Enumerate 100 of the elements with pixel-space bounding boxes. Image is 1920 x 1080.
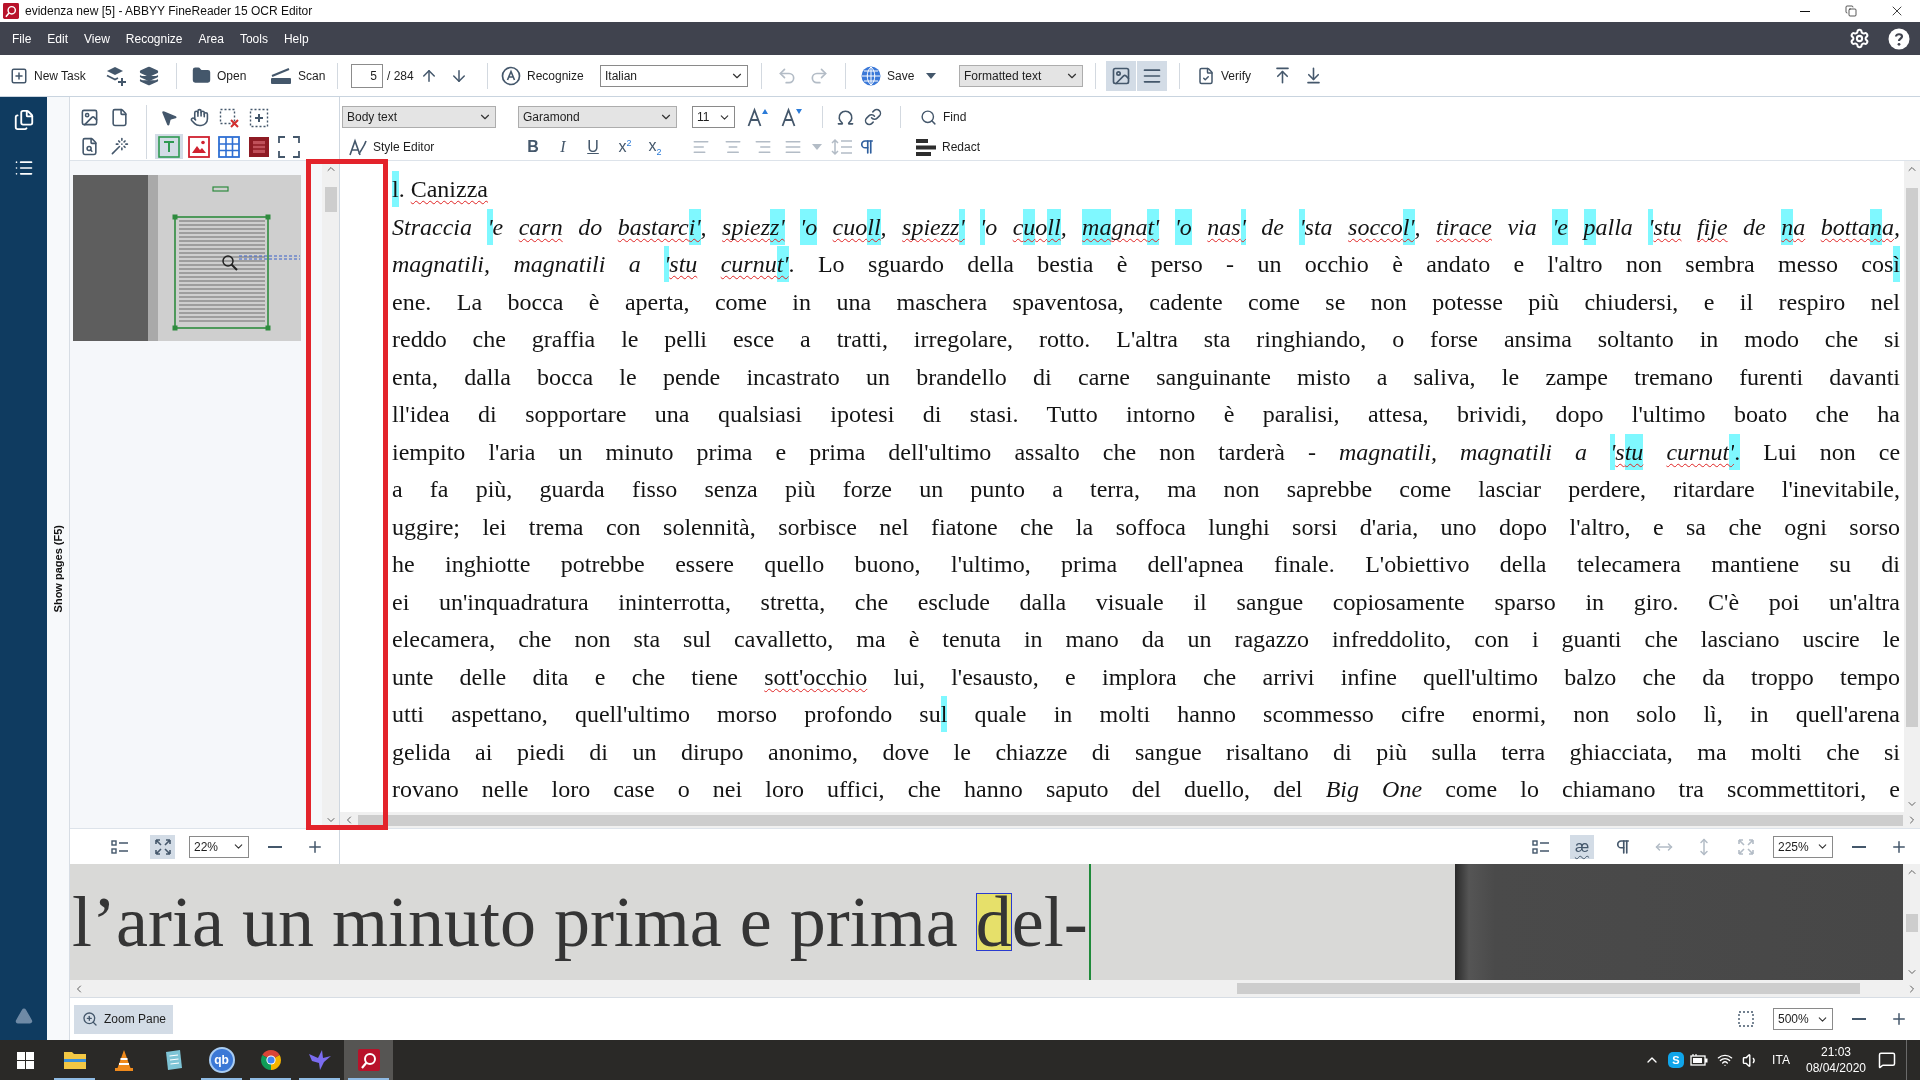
redact-button[interactable]: Redact (912, 132, 986, 162)
traffic-cone-icon (113, 1049, 134, 1071)
superscript-button[interactable]: x$^{2}$ (613, 135, 637, 159)
list-icon (13, 158, 34, 178)
zoom-dropdown[interactable]: 225% (1773, 835, 1833, 858)
pilcrow-icon (858, 138, 876, 156)
text-area-icon (158, 135, 180, 158)
menu-item[interactable]: Help (275, 22, 317, 55)
text-line: Straccia 'e carn do bastarci', spiezz' 'o cuoll, spiezz' 'o cuoll, magnat' 'o nas' de 'sta soccol', tirace via 'e palla 'stu fije de na bottana, (392, 208, 1900, 246)
menu-item[interactable]: Area (190, 22, 232, 55)
pages-icon (12, 109, 35, 131)
scrollbar-thumb[interactable] (358, 814, 1903, 826)
find-button[interactable]: Find (916, 102, 978, 132)
corner-brackets-icon (278, 135, 300, 158)
picture-area-tool-button[interactable] (185, 134, 213, 159)
clock-date: 08/04/2020 (1805, 1061, 1867, 1075)
line-spacing-icon (831, 138, 853, 156)
style-editor-button[interactable]: Style Editor (345, 132, 441, 162)
horizontal-scrollbar[interactable] (70, 980, 1920, 997)
plus-icon (1890, 1010, 1908, 1028)
verify-button[interactable]: Verify (1193, 60, 1259, 91)
heading-text: l. Canizza (392, 171, 1900, 209)
view-mode-dropdown[interactable]: Formatted text (959, 64, 1083, 87)
shrink-font-button[interactable] (779, 105, 805, 129)
table-area-icon (218, 135, 240, 158)
paragraph-style-dropdown[interactable]: Body text (342, 106, 496, 128)
a-arrow-down-icon (781, 107, 803, 127)
minimize-icon (1800, 10, 1810, 12)
table-area-tool-button[interactable] (215, 134, 243, 159)
region-area-tool-button[interactable] (275, 134, 303, 159)
minus-icon (1852, 1018, 1866, 1020)
open-button[interactable]: Open (188, 60, 250, 91)
zoom-pane-button[interactable]: Zoom Pane (74, 1004, 173, 1034)
taskbar-app-button[interactable] (344, 1040, 393, 1080)
caret-icon (812, 144, 822, 150)
dashed-guide-line (238, 255, 301, 260)
show-pages-button[interactable]: Show pages (F5) (47, 97, 70, 1040)
input-language[interactable]: ITA (1762, 1040, 1800, 1080)
vertical-scrollbar[interactable] (1904, 161, 1920, 812)
list-icon (111, 838, 129, 855)
dashed-square-icon (1738, 1011, 1754, 1027)
battery-icon (1690, 1053, 1710, 1067)
page-icon (109, 108, 129, 127)
align-right-icon (754, 138, 772, 156)
vertical-scrollbar[interactable] (1903, 864, 1920, 980)
wand-icon (109, 137, 129, 156)
undo-icon (777, 65, 797, 86)
bird-icon (307, 1049, 332, 1071)
scrollbar-thumb[interactable] (1905, 914, 1918, 932)
square-plus-icon (10, 66, 28, 85)
language-dropdown[interactable]: Italian (600, 64, 748, 87)
underline-button[interactable]: U (581, 135, 605, 159)
font-dropdown[interactable]: Garamond (518, 106, 677, 128)
subscript-button[interactable]: x$_{2}$ (643, 135, 667, 159)
pilcrow-icon (1614, 837, 1632, 856)
zoom-dropdown[interactable]: 500% (1773, 1008, 1833, 1030)
menu-item[interactable]: Edit (39, 22, 77, 55)
expand-arrows-icon (154, 838, 171, 855)
scrollbar-thumb[interactable] (1237, 983, 1860, 994)
text-line: reddo che graffia le pelli esce a tratti, irregolare, rotto. L'altra sta ringhiando, o forse ansima soltanto in modo che si (392, 325, 1900, 354)
text-line: iempito l'aria un minuto prima e prima dell'ultimo assalto che non tarderà - magnatili, magnatili a 'stu curnut'. Lui non ce (392, 433, 1900, 471)
heading-area-frame (212, 186, 229, 192)
pointer-icon (160, 108, 178, 127)
menu-item[interactable]: File (4, 22, 40, 55)
font-size-dropdown[interactable]: 11 (692, 106, 735, 128)
align-left-icon (692, 138, 710, 156)
image-icon (1111, 65, 1131, 86)
text-line: rovano nelle loro case o nei loro uffici, che hanno saputo del duello, del Big One come lo chiamano tra scommettitori, e (392, 775, 1900, 804)
fit-page-button[interactable] (150, 834, 175, 859)
page-number-field[interactable]: 5 (351, 63, 383, 88)
horizontal-scrollbar[interactable] (340, 812, 1920, 828)
clock-time: 21:03 (1821, 1045, 1851, 1059)
page-search-icon (79, 137, 99, 156)
italic-button[interactable]: I (551, 135, 575, 159)
text-line: elecamera, che non sta sul cavalletto, ma è tenuta in mano da un ragazzo infreddolito, con i guanti che lasciano uscire le (392, 625, 1900, 654)
uncertain-characters-button[interactable]: æ (1570, 834, 1594, 859)
zoom-dropdown[interactable]: 22% (189, 835, 249, 858)
text-line: enta, dalla bocca le pende incastrato un brandello di carne sanguinante misto a saliva, le zampe tremano furenti davanti (392, 362, 1900, 392)
minus-icon (268, 845, 282, 848)
text-line: a fa più, guarda fisso senza più forze un punto a terra, ma non saprebbe come lasciar perdere, ritardare l'inevitabile, (392, 475, 1900, 504)
save-button[interactable]: Save (857, 60, 921, 91)
recognize-button[interactable]: Recognize (497, 60, 587, 91)
search-icon (920, 108, 937, 126)
menu-item[interactable]: Recognize (117, 22, 191, 55)
scrollbar-thumb[interactable] (1906, 188, 1918, 727)
menu-item[interactable]: Tools (231, 22, 276, 55)
grow-font-button[interactable] (745, 105, 771, 129)
bold-button[interactable]: B (521, 135, 545, 159)
vertical-scrollbar[interactable] (322, 161, 339, 828)
image-pane-toggle[interactable] (1106, 60, 1136, 91)
taskbar-app-button[interactable]: qb (197, 1040, 246, 1080)
link-icon (864, 108, 882, 126)
new-task-button[interactable]: New Task (6, 60, 88, 91)
menu-item[interactable]: View (76, 22, 118, 55)
scrollbar-thumb[interactable] (324, 187, 337, 212)
scan-button[interactable]: Scan (266, 60, 330, 91)
dashed-square-plus-icon (249, 107, 269, 128)
text-line: ene. La bocca è aperta, come in una maschera spaventosa, cadente come se non potesse più chiudersi, e il respiro nel (392, 287, 1900, 317)
text-pane-toggle[interactable] (1137, 60, 1167, 91)
scanner-icon (270, 66, 292, 85)
